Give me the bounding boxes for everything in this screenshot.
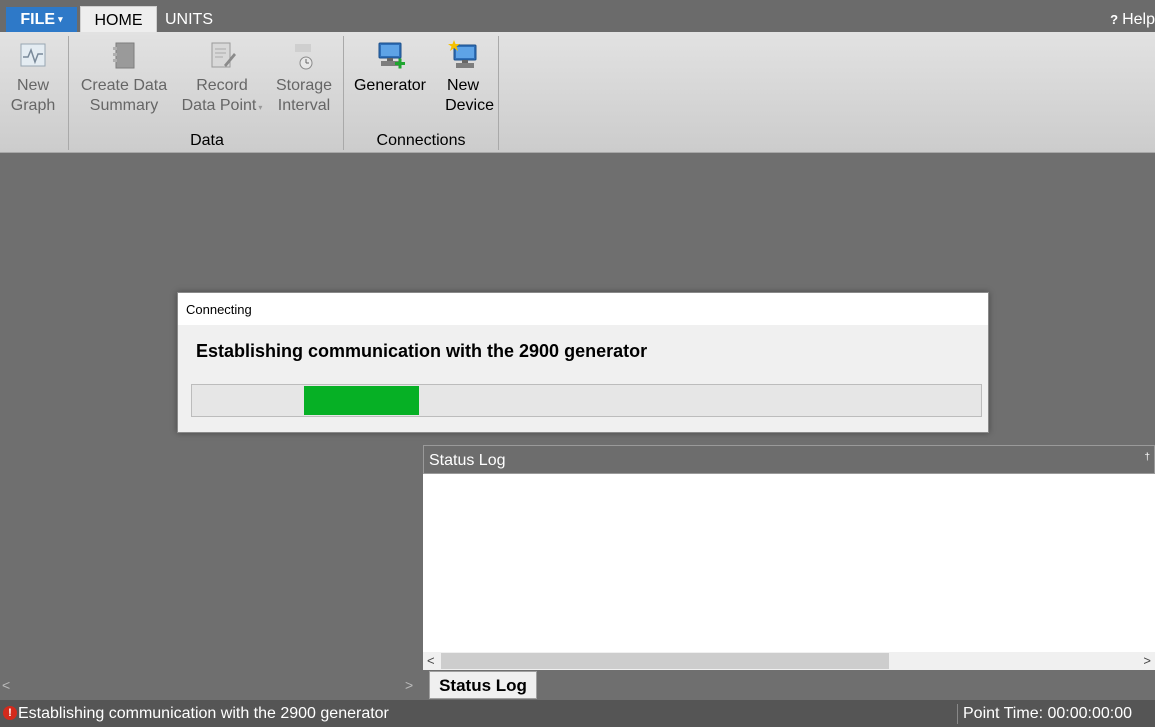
storage-interval-button[interactable]: Storage Interval: [268, 40, 340, 116]
tab-file-label: FILE: [20, 11, 56, 28]
warning-icon: !: [3, 706, 17, 720]
scrollbar-thumb[interactable]: [441, 653, 889, 669]
tab-status-log[interactable]: Status Log: [429, 671, 537, 699]
tab-units[interactable]: UNITS: [165, 7, 213, 32]
generator-label: Generator: [353, 77, 427, 94]
dropdown-arrow-icon: ▾: [258, 103, 263, 112]
new-graph-label-1: New: [16, 77, 49, 94]
record-data-point-button[interactable]: Record Data Point ▾: [176, 40, 268, 118]
status-log-horizontal-scrollbar[interactable]: < >: [423, 652, 1155, 670]
help-button[interactable]: ? Help: [1110, 7, 1155, 32]
create-data-summary-button[interactable]: Create Data Summary: [74, 40, 174, 116]
new-device-label-1: New: [446, 77, 479, 94]
point-time: Point Time: 00:00:00:00: [963, 705, 1132, 722]
new-device-icon: [448, 40, 478, 72]
new-graph-label-2: Graph: [10, 97, 56, 114]
new-graph-button[interactable]: New Graph: [0, 40, 66, 116]
record-data-point-label-1: Record: [196, 77, 248, 94]
dialog-title: Connecting: [186, 302, 252, 317]
scroll-left-icon[interactable]: <: [2, 677, 20, 697]
dialog-message: Establishing communication with the 2900…: [196, 341, 648, 361]
scroll-left-icon[interactable]: <: [427, 653, 435, 668]
ribbon-separator: [498, 36, 499, 150]
scroll-right-icon[interactable]: >: [405, 677, 423, 697]
ribbon-separator: [68, 36, 69, 150]
status-bar: ! Establishing communication with the 29…: [0, 700, 1155, 727]
help-icon: ?: [1110, 12, 1119, 27]
status-log-header: Status Log †: [423, 445, 1155, 474]
status-log-content[interactable]: [423, 474, 1155, 652]
chevron-down-icon: ▾: [58, 14, 63, 25]
connecting-dialog: Connecting Establishing communication wi…: [177, 292, 989, 433]
tab-file[interactable]: FILE ▾: [6, 7, 77, 32]
help-label: Help: [1122, 11, 1155, 28]
generator-button[interactable]: Generator: [348, 40, 432, 96]
new-device-label-2: Device: [445, 97, 494, 114]
graph-icon: [18, 40, 48, 72]
status-divider: [957, 704, 958, 724]
record-data-point-label-2: Data Point ▾: [181, 97, 263, 114]
storage-interval-label-1: Storage: [275, 77, 333, 94]
tab-home[interactable]: HOME: [80, 6, 157, 32]
computer-add-icon: [375, 40, 405, 72]
new-device-button[interactable]: New Device: [432, 40, 494, 116]
create-data-summary-label-2: Summary: [89, 97, 159, 114]
ribbon-separator: [343, 36, 344, 150]
create-data-summary-label-1: Create Data: [80, 77, 168, 94]
dialog-titlebar: [178, 293, 988, 325]
scroll-right-icon[interactable]: >: [1143, 653, 1151, 668]
connection-progress-bar: [191, 384, 982, 417]
workspace-horizontal-scrollbar[interactable]: < >: [0, 675, 423, 699]
clock-icon: [289, 40, 319, 72]
status-log-title: Status Log: [429, 452, 506, 469]
status-message: Establishing communication with the 2900…: [18, 705, 389, 722]
edit-document-icon: [207, 40, 237, 72]
ribbon-group-data-label: Data: [190, 132, 224, 149]
pin-icon[interactable]: †: [1144, 452, 1150, 463]
storage-interval-label-2: Interval: [277, 97, 331, 114]
notebook-icon: [109, 40, 139, 72]
progress-indicator: [304, 386, 419, 415]
ribbon-group-connections-label: Connections: [376, 132, 466, 149]
